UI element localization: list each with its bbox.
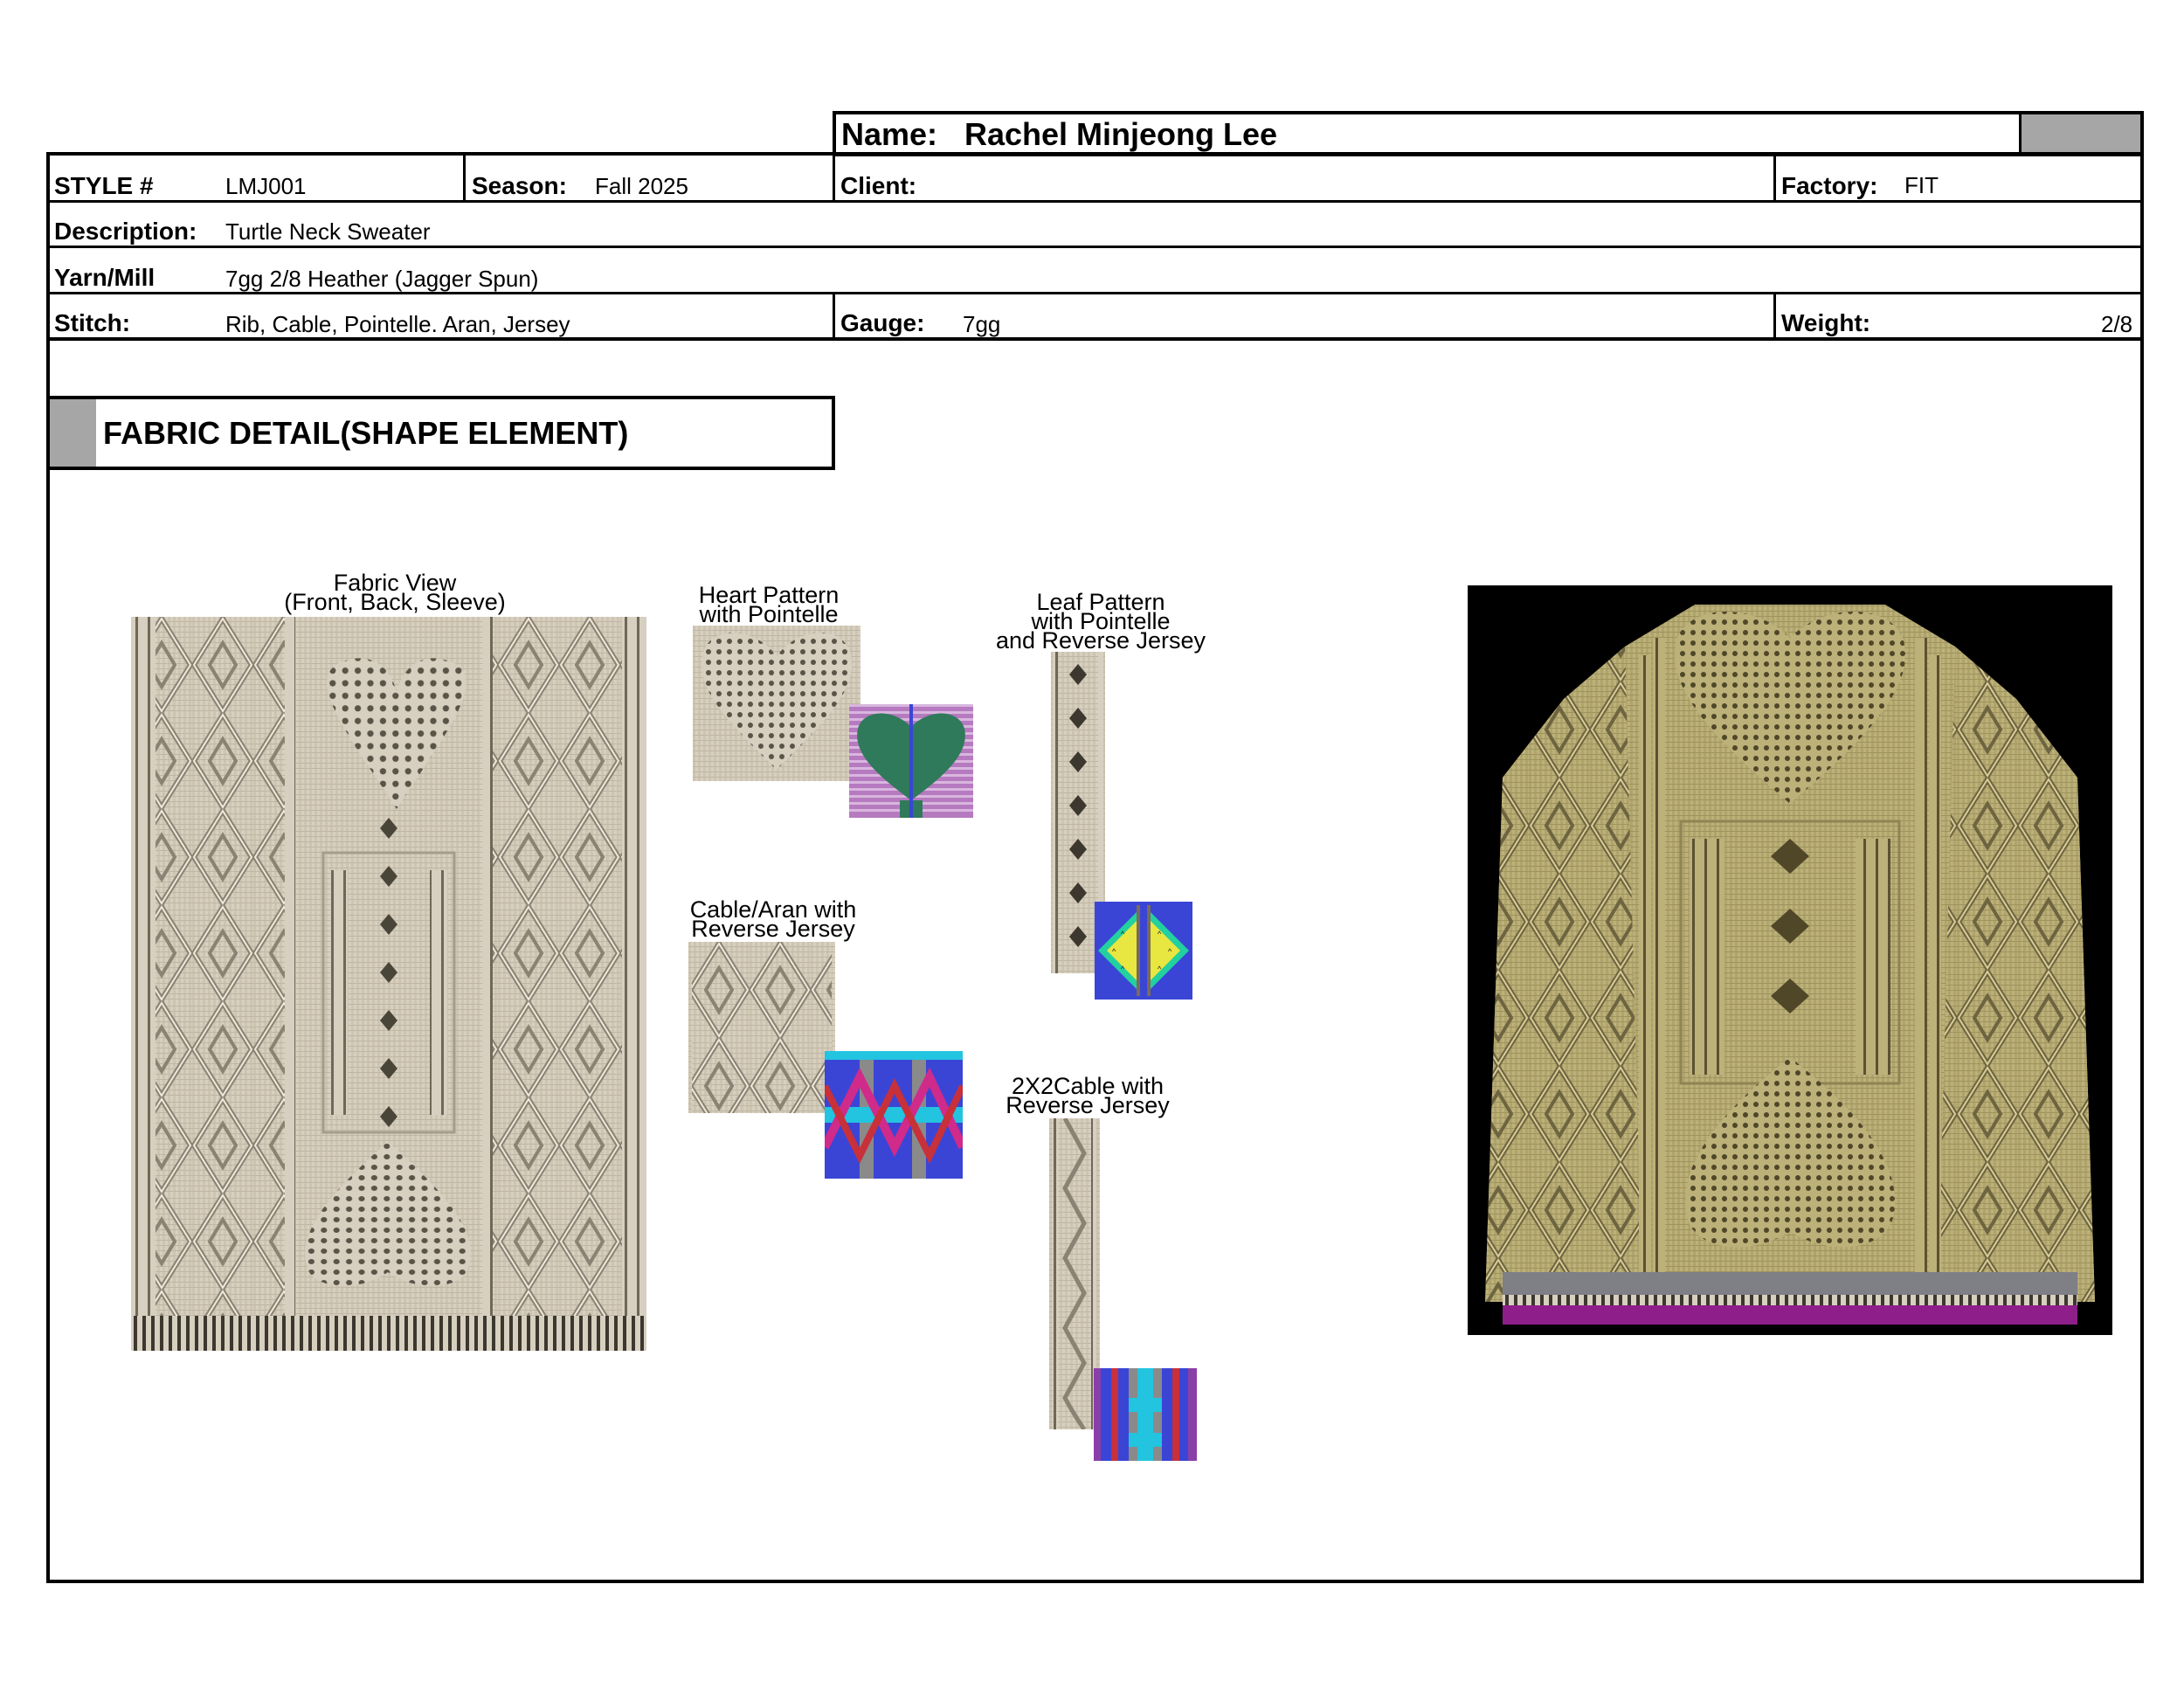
style-label: STYLE # — [54, 172, 154, 199]
gauge-label: Gauge: — [840, 309, 925, 336]
col-divider — [1773, 292, 1776, 339]
name-gray-cell — [2022, 114, 2140, 153]
caption-line: and Reverse Jersey — [995, 627, 1206, 654]
caption-line: with Pointelle — [699, 601, 839, 627]
col-divider — [833, 292, 835, 339]
col-divider — [463, 154, 466, 201]
divider — [2019, 113, 2022, 155]
twoxtwo-swatch — [1049, 1118, 1100, 1429]
description-label: Description: — [54, 218, 197, 245]
gauge-value: 7gg — [963, 311, 1001, 337]
section-title: FABRIC DETAIL(SHAPE ELEMENT) — [103, 415, 629, 451]
cable-swatch — [688, 942, 835, 1113]
cable-chart — [825, 1051, 963, 1179]
twoxtwo-caption: 2X2Cable with Reverse Jersey — [978, 1075, 1197, 1118]
factory-value: FIT — [1904, 172, 1939, 198]
season-label: Season: — [472, 172, 567, 199]
factory-label: Factory: — [1781, 172, 1878, 199]
name-value: Rachel Minjeong Lee — [964, 116, 1278, 152]
weight-label: Weight: — [1781, 309, 1871, 336]
caption-line: Reverse Jersey — [691, 916, 855, 942]
name-label: Name: — [841, 116, 938, 152]
heart-caption: Heart Pattern with Pointelle — [681, 584, 856, 627]
row-divider — [48, 200, 2142, 203]
yarn-value: 7gg 2/8 Heather (Jagger Spun) — [225, 266, 539, 292]
cable-caption: Cable/Aran with Reverse Jersey — [664, 898, 882, 942]
row-divider — [48, 246, 2142, 248]
col-divider — [1773, 154, 1776, 201]
stitch-label: Stitch: — [54, 309, 131, 336]
heart-chart — [849, 704, 973, 818]
leaf-chart: ^ ^^ ^^ ^ — [1095, 902, 1192, 1000]
caption-line: (Front, Back, Sleeve) — [284, 589, 506, 615]
col-divider — [833, 154, 835, 201]
stitch-value: Rib, Cable, Pointelle. Aran, Jersey — [225, 311, 570, 337]
sweater-shape-view — [1468, 585, 2112, 1335]
style-value: LMJ001 — [225, 173, 307, 199]
fabric-view-caption: Fabric View (Front, Back, Sleeve) — [264, 571, 526, 615]
leaf-caption: Leaf Pattern with Pointelle and Reverse … — [970, 591, 1232, 654]
yarn-label: Yarn/Mill — [54, 264, 156, 291]
weight-value: 2/8 — [2101, 311, 2133, 337]
heart-swatch — [693, 626, 860, 781]
section-title-accent — [50, 399, 96, 467]
season-value: Fall 2025 — [595, 173, 688, 199]
description-value: Turtle Neck Sweater — [225, 218, 431, 245]
row-divider — [48, 292, 2142, 294]
client-label: Client: — [840, 172, 917, 199]
fabric-view-swatch — [131, 617, 646, 1351]
caption-line: Reverse Jersey — [1006, 1092, 1170, 1118]
twoxtwo-chart — [1094, 1368, 1197, 1461]
